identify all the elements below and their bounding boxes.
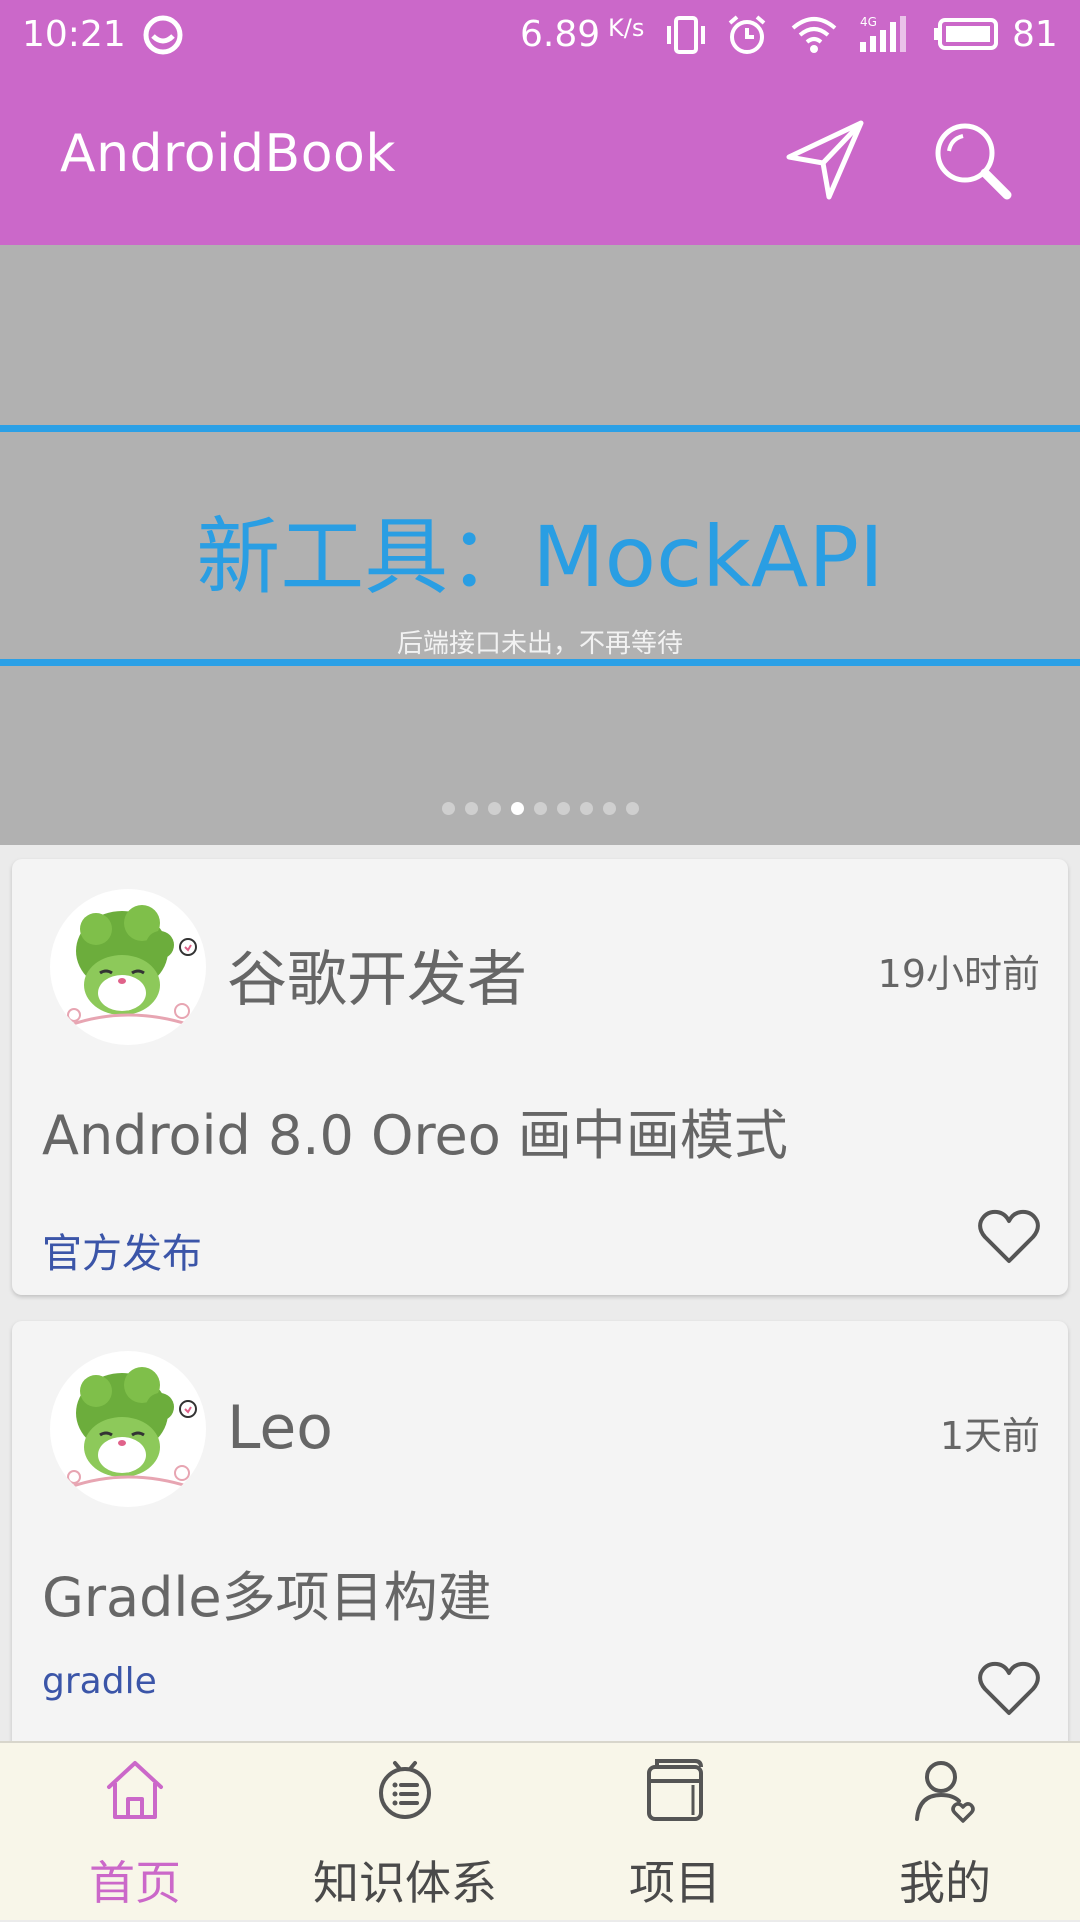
nav-label-knowledge: 知识体系 [313,1856,497,1910]
banner-carousel[interactable]: 新工具：MockAPI 后端接口未出，不再等待 [0,245,1080,845]
net-speed: 6.89 [520,14,601,55]
favorite-heart-icon[interactable] [978,1661,1040,1717]
indicator-dot [533,802,547,815]
app-toolbar: AndroidBook [0,72,1080,245]
indicator-dot [602,802,616,815]
search-button[interactable] [924,112,1020,208]
nav-item-profile[interactable]: 我的 [810,1743,1080,1922]
battery-icon [934,18,998,50]
frog-avatar-icon [67,905,197,1027]
author-name: Leo [227,1393,333,1463]
banner-title: 新工具：MockAPI [196,508,884,606]
frog-avatar-icon [67,1367,197,1489]
author-name: 谷歌开发者 [227,945,527,1015]
nav-item-project[interactable]: 项目 [540,1743,810,1922]
indicator-dot [556,802,570,815]
article-title[interactable]: Gradle多项目构建 [42,1553,492,1632]
article-tag[interactable]: gradle [42,1661,157,1702]
article-title[interactable]: Android 8.0 Oreo 画中画模式 [42,1091,788,1170]
nav-item-knowledge[interactable]: 知识体系 [270,1743,540,1922]
alarm-icon [728,15,766,54]
net-speed-unit: K/s [608,14,645,42]
nav-label-home: 首页 [89,1856,181,1910]
nav-label-profile: 我的 [899,1856,991,1910]
indicator-dot [464,802,478,815]
banner-top-line [0,425,1080,432]
nav-item-home[interactable]: 首页 [0,1743,270,1922]
indicator-dot [487,802,501,815]
avatar[interactable] [50,1351,206,1507]
knowledge-icon [379,1761,431,1819]
bottom-navigation: 首页 知识体系 项目 我的 [0,1741,1080,1920]
svg-text:4G: 4G [860,15,877,29]
app-title: AndroidBook [60,124,396,184]
vibrate-icon [667,16,705,54]
profile-icon [915,1761,975,1823]
indicator-dot [625,802,639,815]
article-card[interactable]: 谷歌开发者 19小时前 Android 8.0 Oreo 画中画模式 官方发布 [12,859,1068,1295]
avatar[interactable] [50,889,206,1045]
banner-bottom-line [0,659,1080,666]
post-time: 1天前 [939,1414,1040,1458]
status-time: 10:21 [22,14,126,55]
smiley-icon [143,15,183,55]
favorite-heart-icon[interactable] [978,1209,1040,1265]
wifi-icon [791,17,837,53]
battery-level: 81 [1012,14,1058,55]
indicator-dot [441,802,455,815]
signal-icon: 4G [860,15,906,52]
navigate-icon [786,120,864,200]
banner-page-indicator [0,802,1080,816]
indicator-dot-active [510,802,524,815]
article-card[interactable]: Leo 1天前 Gradle多项目构建 gradle [12,1321,1068,1741]
article-feed[interactable]: 谷歌开发者 19小时前 Android 8.0 Oreo 画中画模式 官方发布 [0,845,1080,1741]
post-time: 19小时前 [877,952,1040,996]
banner-subtitle: 后端接口未出，不再等待 [396,629,683,659]
status-bar: 10:21 6.89 K/s 4G 81 [0,0,1080,72]
indicator-dot [579,802,593,815]
search-icon [935,123,1012,200]
article-tag[interactable]: 官方发布 [42,1221,202,1279]
project-icon [647,1759,703,1821]
home-icon [107,1761,163,1819]
navigate-button[interactable] [778,112,874,208]
nav-label-project: 项目 [629,1856,721,1910]
